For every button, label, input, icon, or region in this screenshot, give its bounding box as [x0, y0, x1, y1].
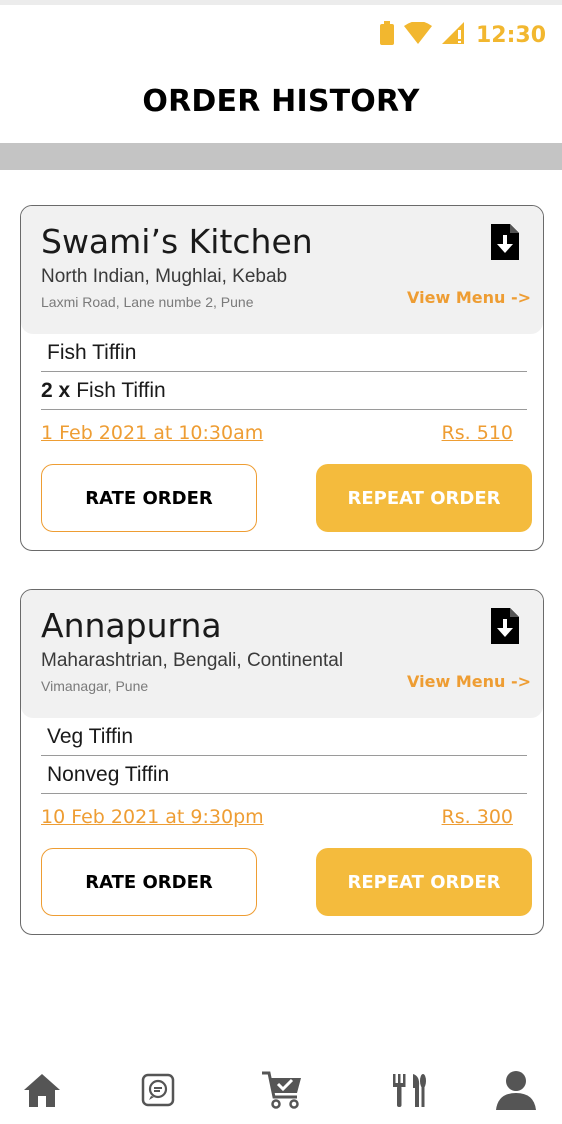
restaurant-name: Annapurna	[41, 606, 222, 645]
restaurant-icon[interactable]	[386, 1068, 430, 1112]
status-bar: 12:30	[0, 0, 562, 60]
order-date[interactable]: 10 Feb 2021 at 9:30pm	[41, 806, 264, 828]
order-price[interactable]: Rs. 300	[442, 806, 513, 828]
status-icons: 12:30	[379, 21, 546, 50]
restaurant-name: Swami’s Kitchen	[41, 222, 313, 261]
rate-order-button[interactable]: RATE ORDER	[41, 464, 257, 532]
order-item: Veg Tiffin	[41, 718, 527, 756]
order-actions: RATE ORDER REPEAT ORDER	[21, 848, 543, 934]
order-meta: 10 Feb 2021 at 9:30pm Rs. 300	[41, 794, 527, 848]
profile-icon[interactable]	[494, 1068, 538, 1112]
view-menu-link[interactable]: View Menu ->	[407, 288, 531, 307]
restaurant-address: Vimanagar, Pune	[41, 678, 149, 694]
item-name: Fish Tiffin	[47, 340, 137, 364]
order-card: Annapurna Maharashtrian, Bengali, Contin…	[20, 589, 544, 935]
chat-icon[interactable]	[136, 1068, 180, 1112]
repeat-order-button[interactable]: REPEAT ORDER	[316, 464, 532, 532]
order-actions: RATE ORDER REPEAT ORDER	[21, 464, 543, 550]
item-name: Nonveg Tiffin	[47, 762, 170, 786]
rate-order-button[interactable]: RATE ORDER	[41, 848, 257, 916]
order-item: 2 x Fish Tiffin	[41, 372, 527, 410]
card-header: Annapurna Maharashtrian, Bengali, Contin…	[21, 590, 543, 718]
item-name: Fish Tiffin	[76, 378, 166, 402]
item-name: Veg Tiffin	[47, 724, 134, 748]
download-invoice-icon[interactable]	[491, 608, 519, 644]
signal-icon	[441, 22, 466, 49]
order-card: Swami’s Kitchen North Indian, Mughlai, K…	[20, 205, 544, 551]
home-icon[interactable]	[20, 1068, 64, 1112]
order-item: Fish Tiffin	[41, 334, 527, 372]
status-time: 12:30	[475, 23, 546, 48]
cart-icon[interactable]	[260, 1068, 304, 1112]
restaurant-address: Laxmi Road, Lane numbe 2, Pune	[41, 294, 254, 310]
order-item: Nonveg Tiffin	[41, 756, 527, 794]
wifi-icon	[403, 21, 432, 49]
restaurant-cuisine: Maharashtrian, Bengali, Continental	[41, 650, 344, 671]
download-invoice-icon[interactable]	[491, 224, 519, 260]
battery-icon	[379, 21, 394, 50]
restaurant-cuisine: North Indian, Mughlai, Kebab	[41, 266, 288, 287]
item-quantity: 2 x	[41, 378, 71, 402]
order-price[interactable]: Rs. 510	[442, 422, 513, 444]
bottom-nav	[0, 1060, 562, 1124]
card-header: Swami’s Kitchen North Indian, Mughlai, K…	[21, 206, 543, 334]
view-menu-link[interactable]: View Menu ->	[407, 672, 531, 691]
page-title: ORDER HISTORY	[142, 84, 420, 119]
header-divider	[0, 143, 562, 170]
order-date[interactable]: 1 Feb 2021 at 10:30am	[41, 422, 263, 444]
order-meta: 1 Feb 2021 at 10:30am Rs. 510	[41, 410, 527, 464]
repeat-order-button[interactable]: REPEAT ORDER	[316, 848, 532, 916]
